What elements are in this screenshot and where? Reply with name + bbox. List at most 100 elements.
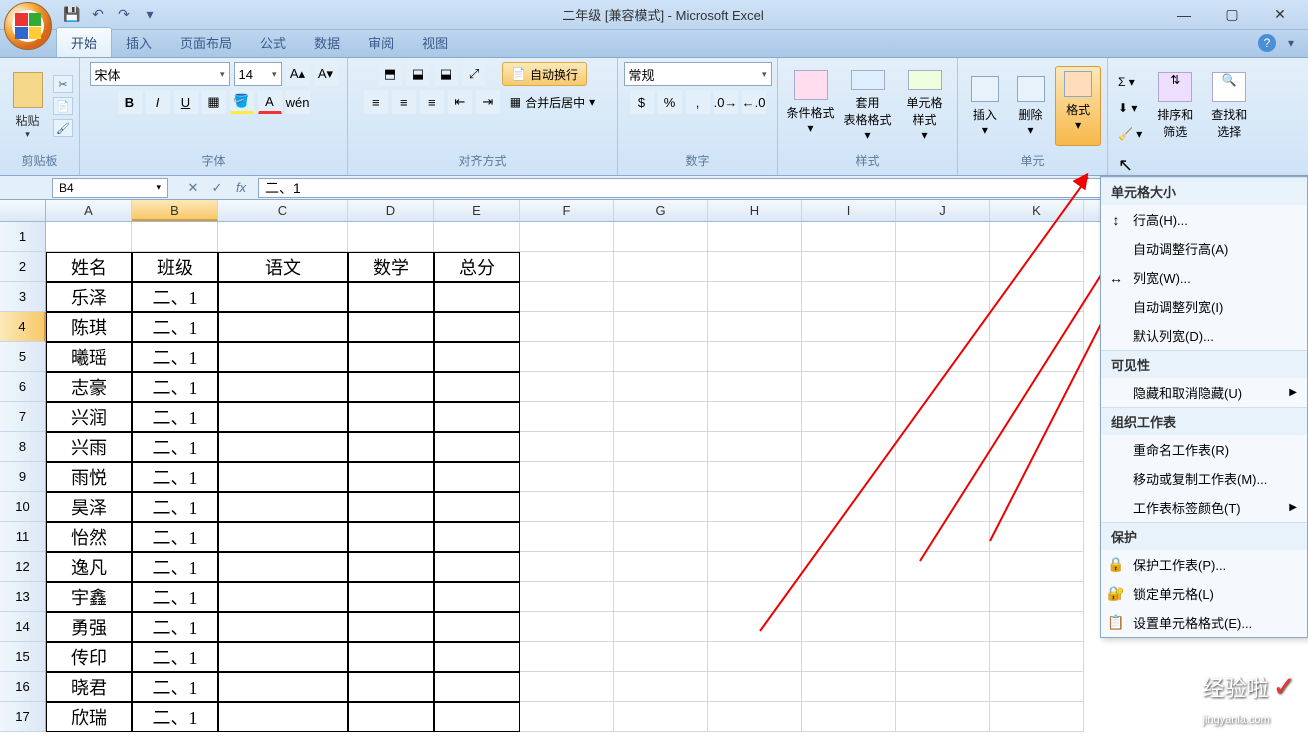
cell-B10[interactable]: 二、1 (132, 492, 218, 522)
cell-E3[interactable] (434, 282, 520, 312)
col-header-D[interactable]: D (348, 200, 434, 221)
row-header-7[interactable]: 7 (0, 402, 46, 432)
cell-J15[interactable] (896, 642, 990, 672)
align-center-icon[interactable]: ≡ (392, 90, 416, 114)
cell-G3[interactable] (614, 282, 708, 312)
cell-J5[interactable] (896, 342, 990, 372)
tab-home[interactable]: 开始 (56, 27, 112, 57)
cell-I4[interactable] (802, 312, 896, 342)
ribbon-toggle-icon[interactable]: ▾ (1282, 34, 1300, 52)
cell-G17[interactable] (614, 702, 708, 732)
cell-I7[interactable] (802, 402, 896, 432)
cell-F8[interactable] (520, 432, 614, 462)
qat-dropdown-icon[interactable]: ▾ (138, 4, 162, 26)
cell-D2[interactable]: 数学 (348, 252, 434, 282)
fill-button[interactable]: ⬇ ▾ (1114, 97, 1146, 119)
fm-tab-color[interactable]: 工作表标签颜色(T)▶ (1101, 493, 1307, 522)
office-button[interactable] (4, 2, 52, 50)
cell-F2[interactable] (520, 252, 614, 282)
cell-E10[interactable] (434, 492, 520, 522)
cell-B8[interactable]: 二、1 (132, 432, 218, 462)
cell-H10[interactable] (708, 492, 802, 522)
cell-C5[interactable] (218, 342, 348, 372)
row-header-17[interactable]: 17 (0, 702, 46, 732)
cell-B5[interactable]: 二、1 (132, 342, 218, 372)
cell-A4[interactable]: 陈琪 (46, 312, 132, 342)
comma-icon[interactable]: , (686, 90, 710, 114)
cell-C7[interactable] (218, 402, 348, 432)
cell-B6[interactable]: 二、1 (132, 372, 218, 402)
cell-G6[interactable] (614, 372, 708, 402)
cell-J13[interactable] (896, 582, 990, 612)
col-header-G[interactable]: G (614, 200, 708, 221)
cell-I1[interactable] (802, 222, 896, 252)
col-header-C[interactable]: C (218, 200, 348, 221)
cell-K9[interactable] (990, 462, 1084, 492)
tab-review[interactable]: 审阅 (354, 28, 408, 57)
cell-C13[interactable] (218, 582, 348, 612)
cell-E17[interactable] (434, 702, 520, 732)
col-header-I[interactable]: I (802, 200, 896, 221)
cell-A12[interactable]: 逸凡 (46, 552, 132, 582)
cell-D5[interactable] (348, 342, 434, 372)
cell-G7[interactable] (614, 402, 708, 432)
cell-K16[interactable] (990, 672, 1084, 702)
cell-E1[interactable] (434, 222, 520, 252)
sort-filter-button[interactable]: ⇅排序和 筛选 (1150, 68, 1200, 148)
cell-H1[interactable] (708, 222, 802, 252)
row-header-8[interactable]: 8 (0, 432, 46, 462)
copy-icon[interactable]: 📄 (53, 97, 73, 115)
row-header-13[interactable]: 13 (0, 582, 46, 612)
cell-E5[interactable] (434, 342, 520, 372)
cell-B2[interactable]: 班级 (132, 252, 218, 282)
cell-F16[interactable] (520, 672, 614, 702)
cut-icon[interactable]: ✂ (53, 75, 73, 93)
font-name-combo[interactable]: 宋体▾ (90, 62, 230, 86)
cell-A7[interactable]: 兴润 (46, 402, 132, 432)
indent-dec-icon[interactable]: ⇤ (448, 90, 472, 114)
cell-E14[interactable] (434, 612, 520, 642)
cell-B16[interactable]: 二、1 (132, 672, 218, 702)
cell-F11[interactable] (520, 522, 614, 552)
cell-J4[interactable] (896, 312, 990, 342)
cell-B9[interactable]: 二、1 (132, 462, 218, 492)
row-header-12[interactable]: 12 (0, 552, 46, 582)
fm-protect-sheet[interactable]: 🔒保护工作表(P)... (1101, 550, 1307, 579)
delete-cells-button[interactable]: 删除▾ (1010, 72, 1052, 141)
cell-I11[interactable] (802, 522, 896, 552)
col-header-H[interactable]: H (708, 200, 802, 221)
cell-B4[interactable]: 二、1 (132, 312, 218, 342)
cell-B11[interactable]: 二、1 (132, 522, 218, 552)
cell-B14[interactable]: 二、1 (132, 612, 218, 642)
fm-row-height[interactable]: ↕行高(H)... (1101, 205, 1307, 234)
underline-button[interactable]: U (174, 90, 198, 114)
row-header-4[interactable]: 4 (0, 312, 46, 342)
inc-decimal-icon[interactable]: .0→ (714, 90, 738, 114)
cell-H15[interactable] (708, 642, 802, 672)
fx-cancel-icon[interactable]: ✕ (184, 180, 202, 196)
cell-C16[interactable] (218, 672, 348, 702)
indent-inc-icon[interactable]: ⇥ (476, 90, 500, 114)
cell-I3[interactable] (802, 282, 896, 312)
cell-A2[interactable]: 姓名 (46, 252, 132, 282)
cell-H16[interactable] (708, 672, 802, 702)
cell-H8[interactable] (708, 432, 802, 462)
cell-F10[interactable] (520, 492, 614, 522)
cell-I13[interactable] (802, 582, 896, 612)
col-header-B[interactable]: B (132, 200, 218, 221)
tab-formulas[interactable]: 公式 (246, 28, 300, 57)
cell-H7[interactable] (708, 402, 802, 432)
cell-H6[interactable] (708, 372, 802, 402)
fm-col-width[interactable]: ↔列宽(W)... (1101, 263, 1307, 292)
col-header-J[interactable]: J (896, 200, 990, 221)
cell-C8[interactable] (218, 432, 348, 462)
cell-H12[interactable] (708, 552, 802, 582)
fm-default-width[interactable]: 默认列宽(D)... (1101, 321, 1307, 350)
cell-C10[interactable] (218, 492, 348, 522)
cell-J17[interactable] (896, 702, 990, 732)
cell-C4[interactable] (218, 312, 348, 342)
cell-H13[interactable] (708, 582, 802, 612)
cell-H17[interactable] (708, 702, 802, 732)
cell-D8[interactable] (348, 432, 434, 462)
minimize-button[interactable]: — (1164, 4, 1204, 26)
